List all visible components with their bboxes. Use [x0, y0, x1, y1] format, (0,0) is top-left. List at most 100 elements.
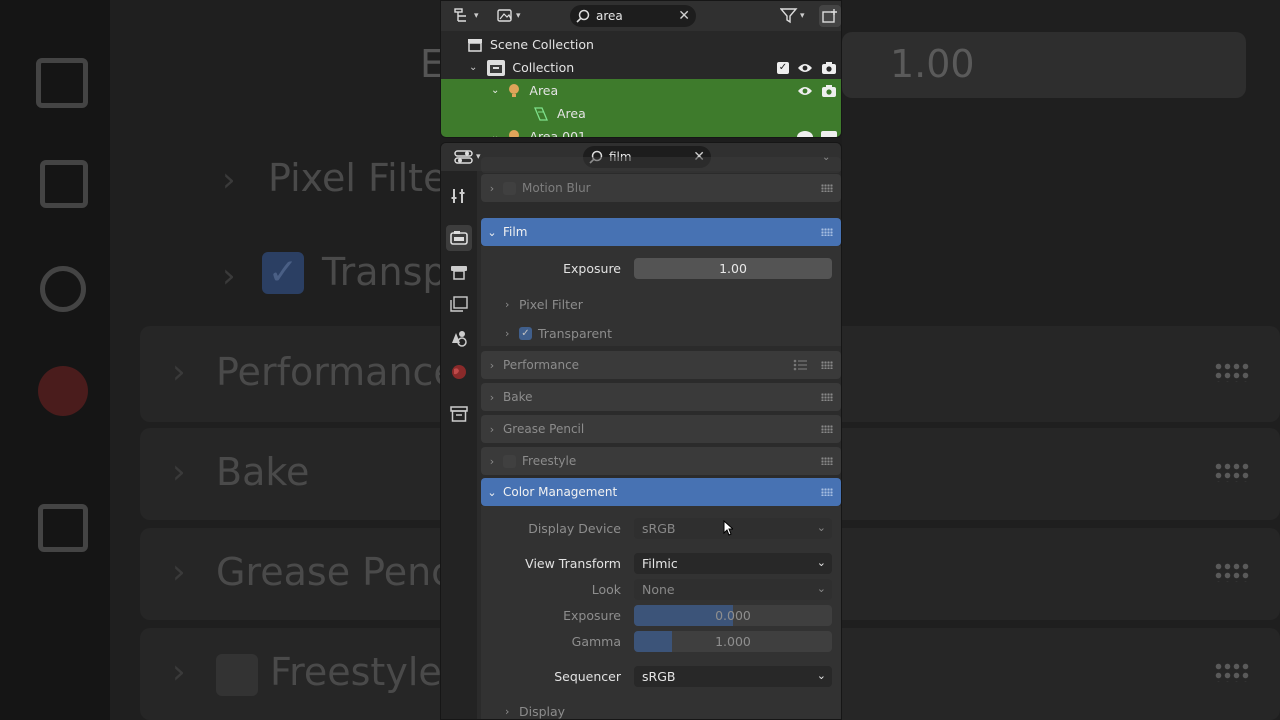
tab-view-layer[interactable] [446, 291, 472, 317]
drag-grip-icon[interactable] [821, 488, 833, 496]
subpanel-transparent[interactable]: › ✓ Transparent [505, 320, 612, 346]
panel-grease-pencil[interactable]: › Grease Pencil [481, 415, 841, 443]
panel-performance[interactable]: › Performance [481, 351, 841, 379]
tab-scene[interactable] [446, 325, 472, 351]
chevron-down-icon: ⌄ [816, 668, 826, 682]
slider-fill [634, 630, 672, 652]
panel-motion-blur[interactable]: › Motion Blur [481, 174, 841, 202]
panel-display-partial[interactable] [481, 157, 841, 173]
blender-ui-column: ▾ ▾ ✕ ▾ [440, 0, 842, 720]
eye-icon[interactable] [797, 62, 813, 74]
gamma-row: Gamma 1.000 [481, 629, 841, 653]
eye-icon[interactable] [797, 130, 813, 137]
clear-search-icon[interactable]: ✕ [678, 8, 690, 24]
drag-grip-icon[interactable] [821, 184, 833, 192]
display-mode-icon [497, 9, 512, 22]
panel-title: Film [503, 225, 528, 239]
cm-exposure-slider[interactable]: 0.000 [634, 604, 832, 626]
panel-title: Color Management [503, 485, 618, 499]
bg-grip-dots [1214, 462, 1250, 482]
panel-film[interactable]: ⌄ Film [481, 218, 841, 246]
drag-grip-icon[interactable] [821, 457, 833, 465]
chevron-down-icon: ▾ [800, 11, 805, 21]
view-transform-label: View Transform [525, 555, 621, 571]
view-transform-dropdown[interactable]: Filmic ⌄ [634, 552, 832, 574]
eye-icon[interactable] [797, 85, 813, 97]
display-device-dropdown[interactable]: sRGB ⌄ [634, 517, 832, 539]
editor-type-button[interactable]: ▾ [451, 5, 482, 27]
new-collection-button[interactable] [819, 5, 841, 27]
outliner-search-input[interactable] [596, 9, 666, 23]
tab-collection[interactable] [446, 401, 472, 427]
bg-checkbox: ✓ [262, 252, 304, 294]
sequencer-row: Sequencer sRGB ⌄ [481, 664, 841, 688]
bg-world-icon [38, 366, 88, 416]
transparent-checkbox[interactable]: ✓ [519, 326, 532, 340]
scene-icon [452, 331, 467, 347]
properties-editor-icon [454, 150, 473, 164]
camera-icon[interactable] [821, 84, 837, 98]
panel-color-management[interactable]: ⌄ Color Management [481, 478, 841, 506]
tool-icon [451, 189, 465, 203]
outliner-row-area-001[interactable]: ⌄ Area.001 [441, 125, 841, 137]
outliner-row-scene-collection[interactable]: Scene Collection [441, 33, 841, 56]
chevron-down-icon: ⌄ [487, 485, 497, 499]
outliner-row-area-data[interactable]: Area [441, 102, 841, 125]
properties-editor: ▾ ✕ ⌄ [440, 142, 842, 720]
chevron-down-icon: ▾ [516, 11, 521, 21]
bg-pixel-filter: Pixel Filte [268, 156, 447, 200]
camera-icon[interactable] [821, 130, 837, 137]
outliner-display-icon [454, 8, 466, 22]
panel-freestyle[interactable]: › Freestyle [481, 447, 841, 475]
display-mode-button[interactable]: ▾ [493, 5, 524, 27]
tab-output[interactable] [446, 259, 472, 285]
drag-grip-icon[interactable] [821, 228, 833, 236]
bg-grip-dots [1214, 362, 1250, 382]
outliner-row-label: Scene Collection [490, 37, 594, 52]
collection-icon [487, 59, 506, 76]
filter-button[interactable]: ▾ [777, 5, 808, 27]
chevron-right-icon: › [489, 390, 495, 404]
subpanel-display[interactable]: › Display [505, 698, 565, 719]
tab-render[interactable] [446, 225, 472, 251]
chevron-right-icon: › [505, 297, 510, 311]
outliner-row-collection[interactable]: ⌄ Collection ✓ [441, 56, 841, 79]
chevron-right-icon: › [489, 422, 495, 436]
drag-grip-icon[interactable] [821, 393, 833, 401]
film-exposure-field[interactable]: 1.00 [634, 257, 832, 279]
outliner-search[interactable]: ✕ [570, 5, 696, 27]
subpanel-pixel-filter[interactable]: › Pixel Filter [505, 291, 583, 317]
bg-output-icon [36, 58, 88, 108]
display-device-label: Display Device [528, 520, 621, 536]
tab-tool[interactable] [446, 183, 472, 209]
exclude-checkbox[interactable]: ✓ [777, 61, 789, 74]
light-icon [509, 83, 520, 97]
camera-icon[interactable] [821, 61, 837, 75]
sequencer-dropdown[interactable]: sRGB ⌄ [634, 665, 832, 687]
bg-grip-dots [1214, 662, 1250, 682]
properties-tabs [441, 171, 477, 719]
outliner-row-area-object[interactable]: ⌄ Area [441, 79, 841, 102]
chevron-down-icon: ⌄ [487, 225, 497, 239]
panel-title: Grease Pencil [503, 422, 585, 436]
panel-title: Freestyle [522, 454, 577, 468]
freestyle-checkbox[interactable] [503, 454, 516, 468]
editor-type-button[interactable]: ▾ [451, 146, 484, 168]
drag-grip-icon[interactable] [821, 425, 833, 433]
drag-grip-icon[interactable] [821, 361, 833, 369]
list-icon[interactable] [793, 359, 807, 371]
look-dropdown[interactable]: None ⌄ [634, 578, 832, 600]
chevron-down-icon: ⌄ [816, 581, 826, 595]
bg-chevron: › [172, 652, 186, 692]
image-stack-icon [450, 296, 468, 312]
motion-blur-checkbox[interactable] [503, 181, 516, 195]
bg-chevron: › [172, 352, 186, 392]
color-management-body: Display Device sRGB ⌄ View Transform Fil… [481, 506, 841, 719]
bg-performance: Performance [216, 350, 457, 394]
gamma-label: Gamma [571, 633, 621, 649]
gamma-slider[interactable]: 1.000 [634, 630, 832, 652]
tab-world[interactable] [446, 359, 472, 385]
panel-bake[interactable]: › Bake [481, 383, 841, 411]
bg-chevron: › [222, 256, 236, 296]
chevron-right-icon: › [505, 326, 510, 340]
